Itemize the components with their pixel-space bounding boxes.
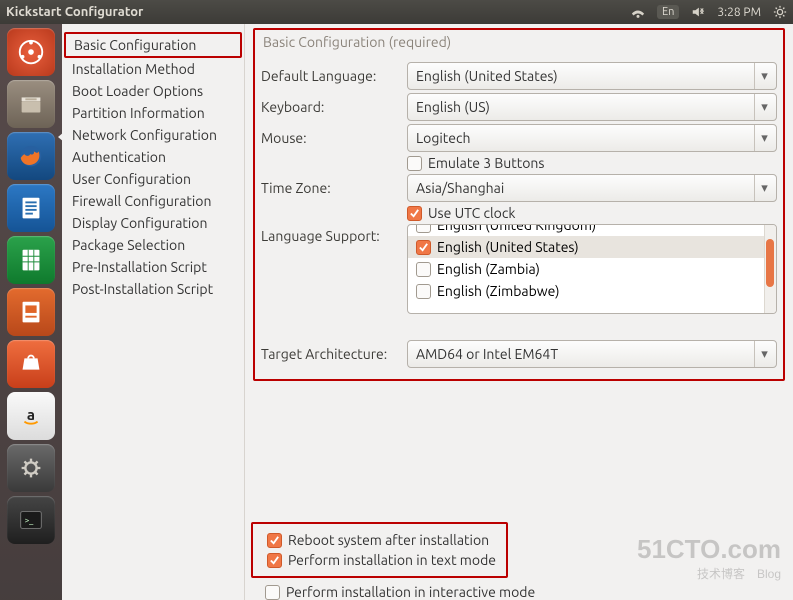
- label-mouse: Mouse:: [261, 130, 401, 146]
- nav-label: Network Configuration: [72, 127, 217, 143]
- nav-item-basic-configuration[interactable]: Basic Configuration: [64, 32, 242, 58]
- nav-label: Pre-Installation Script: [72, 259, 207, 275]
- label-keyboard: Keyboard:: [261, 99, 401, 115]
- section-title: Basic Configuration (required): [261, 32, 777, 59]
- nav-label: User Configuration: [72, 171, 191, 187]
- dropdown-value: Logitech: [416, 130, 470, 146]
- list-item-label: English (United Kingdom): [437, 224, 596, 233]
- network-indicator[interactable]: [631, 5, 645, 19]
- volume-indicator[interactable]: [691, 5, 705, 19]
- gear-indicator[interactable]: [773, 5, 787, 19]
- dropdown-mouse[interactable]: Logitech ▾: [407, 124, 777, 152]
- nav-item-partition[interactable]: Partition Information: [64, 102, 242, 124]
- checkbox-label: Reboot system after installation: [288, 532, 489, 548]
- nav-item-display[interactable]: Display Configuration: [64, 212, 242, 234]
- terminal-icon[interactable]: >_: [7, 496, 55, 544]
- impress-icon[interactable]: [7, 288, 55, 336]
- files-icon[interactable]: [7, 80, 55, 128]
- nav-label: Boot Loader Options: [72, 83, 203, 99]
- nav-item-network[interactable]: Network Configuration: [64, 124, 242, 146]
- nav-item-package[interactable]: Package Selection: [64, 234, 242, 256]
- checkbox-label: Perform installation in interactive mode: [286, 584, 535, 600]
- chevron-down-icon: ▾: [754, 175, 774, 201]
- amazon-icon[interactable]: a: [7, 392, 55, 440]
- watermark-big: 51CTO.com: [637, 534, 781, 565]
- dropdown-value: AMD64 or Intel EM64T: [416, 346, 558, 362]
- content-pane: Basic Configuration (required) Default L…: [245, 24, 793, 600]
- unity-launcher: a >_: [0, 24, 62, 600]
- dropdown-value: English (United States): [416, 68, 558, 84]
- checkbox-utc[interactable]: Use UTC clock: [407, 205, 515, 221]
- nav-item-preinstall[interactable]: Pre-Installation Script: [64, 256, 242, 278]
- checkbox-label: Emulate 3 Buttons: [428, 155, 544, 171]
- watermark-small: 技术博客 Blog: [637, 565, 781, 582]
- scrollbar[interactable]: [764, 225, 776, 313]
- install-options-group: Reboot system after installation Perform…: [251, 522, 508, 578]
- calc-icon[interactable]: [7, 236, 55, 284]
- chevron-down-icon: ▾: [754, 125, 774, 151]
- nav-label: Display Configuration: [72, 215, 208, 231]
- nav-label: Firewall Configuration: [72, 193, 211, 209]
- nav-item-firewall[interactable]: Firewall Configuration: [64, 190, 242, 212]
- checkbox-interactive[interactable]: Perform installation in interactive mode: [265, 584, 535, 600]
- nav-item-postinstall[interactable]: Post-Installation Script: [64, 278, 242, 300]
- label-language-support: Language Support:: [261, 224, 401, 244]
- list-item-label: English (Zimbabwe): [437, 283, 560, 299]
- dropdown-value: English (US): [416, 99, 490, 115]
- list-item[interactable]: English (Zimbabwe): [408, 280, 776, 302]
- window-title: Kickstart Configurator: [6, 5, 143, 19]
- chevron-down-icon: ▾: [754, 63, 774, 89]
- writer-icon[interactable]: [7, 184, 55, 232]
- dropdown-keyboard[interactable]: English (US) ▾: [407, 93, 777, 121]
- nav-label: Partition Information: [72, 105, 205, 121]
- dropdown-target-arch[interactable]: AMD64 or Intel EM64T ▾: [407, 340, 777, 368]
- scrollbar-thumb[interactable]: [766, 239, 774, 287]
- list-item-label: English (Zambia): [437, 261, 540, 277]
- listbox-language-support[interactable]: English (United Kingdom) English (United…: [407, 224, 777, 314]
- svg-text:a: a: [27, 406, 35, 423]
- nav-item-user[interactable]: User Configuration: [64, 168, 242, 190]
- list-item-label: English (United States): [437, 239, 579, 255]
- svg-text:>_: >_: [24, 515, 34, 525]
- software-icon[interactable]: [7, 340, 55, 388]
- dropdown-value: Asia/Shanghai: [416, 180, 504, 196]
- checkbox-emulate-3[interactable]: Emulate 3 Buttons: [407, 155, 544, 171]
- dash-icon[interactable]: [7, 28, 55, 76]
- basic-config-group: Basic Configuration (required) Default L…: [253, 28, 785, 381]
- clock[interactable]: 3:28 PM: [717, 6, 761, 19]
- label-default-language: Default Language:: [261, 68, 401, 84]
- nav-label: Package Selection: [72, 237, 185, 253]
- settings-icon[interactable]: [7, 444, 55, 492]
- nav-label: Installation Method: [72, 61, 195, 77]
- top-menubar: Kickstart Configurator En 3:28 PM: [0, 0, 793, 24]
- language-indicator[interactable]: En: [657, 5, 679, 19]
- dropdown-timezone[interactable]: Asia/Shanghai ▾: [407, 174, 777, 202]
- firefox-icon[interactable]: [7, 132, 55, 180]
- chevron-down-icon: ▾: [754, 94, 774, 120]
- list-item[interactable]: English (United Kingdom): [408, 224, 776, 236]
- checkbox-label: Use UTC clock: [428, 205, 515, 221]
- checkbox-reboot[interactable]: Reboot system after installation: [267, 532, 496, 548]
- list-item[interactable]: English (United States): [408, 236, 776, 258]
- nav-item-installation-method[interactable]: Installation Method: [64, 58, 242, 80]
- nav-label: Authentication: [72, 149, 166, 165]
- nav-item-authentication[interactable]: Authentication: [64, 146, 242, 168]
- label-timezone: Time Zone:: [261, 180, 401, 196]
- checkbox-label: Perform installation in text mode: [288, 552, 496, 568]
- main-window: Basic Configuration Installation Method …: [62, 24, 793, 600]
- nav-item-boot-loader[interactable]: Boot Loader Options: [64, 80, 242, 102]
- dropdown-default-language[interactable]: English (United States) ▾: [407, 62, 777, 90]
- nav-sidebar: Basic Configuration Installation Method …: [62, 24, 245, 600]
- checkbox-textmode[interactable]: Perform installation in text mode: [267, 552, 496, 568]
- list-item[interactable]: English (Zambia): [408, 258, 776, 280]
- nav-label: Basic Configuration: [74, 37, 196, 53]
- nav-label: Post-Installation Script: [72, 281, 213, 297]
- label-target-arch: Target Architecture:: [261, 346, 401, 362]
- watermark: 51CTO.com 技术博客 Blog: [637, 534, 781, 582]
- chevron-down-icon: ▾: [754, 341, 774, 367]
